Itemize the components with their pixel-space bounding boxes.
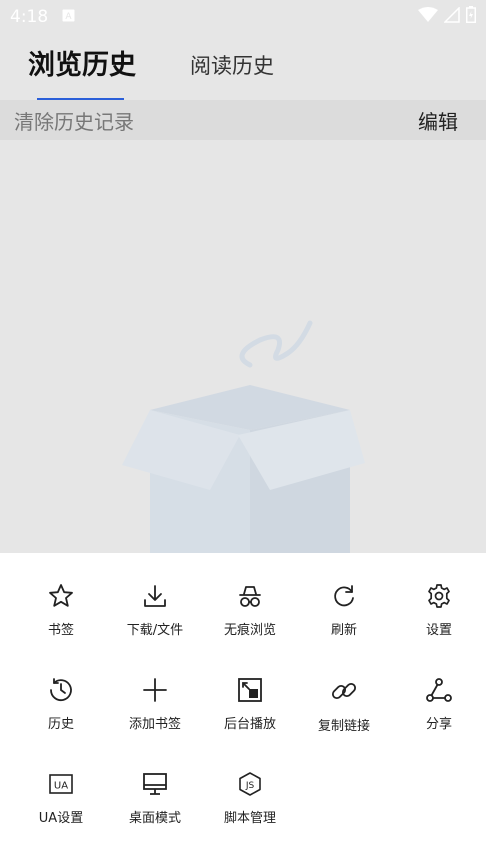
menu-item-background-play[interactable]: 后台播放	[202, 647, 298, 732]
menu-item-ua-settings[interactable]: UA UA设置	[13, 741, 109, 826]
menu-label: 后台播放	[223, 717, 276, 732]
menu-sheet: 书签 下载/文件 无痕浏览 刷新 设置 历史 添加书签 后台播放 复制链接 分享…	[0, 553, 486, 864]
menu-item-history[interactable]: 历史	[13, 647, 109, 732]
menu-item-refresh[interactable]: 刷新	[296, 553, 392, 638]
download-icon	[140, 583, 170, 609]
incognito-icon	[235, 583, 265, 609]
status-time: 4:18	[10, 7, 49, 27]
svg-text:UA: UA	[54, 781, 68, 792]
history-icon	[46, 677, 76, 703]
refresh-icon	[329, 583, 359, 609]
background-play-icon	[235, 677, 265, 703]
svg-text:JS: JS	[245, 781, 255, 791]
edit-button[interactable]: 编辑	[418, 106, 458, 135]
js-icon: JS	[235, 771, 265, 797]
clear-history-button[interactable]: 清除历史记录	[14, 106, 134, 135]
battery-icon	[466, 6, 476, 28]
tab-reading-history[interactable]: 阅读历史	[190, 50, 274, 80]
svg-text:A: A	[66, 12, 73, 22]
menu-label: 下载/文件	[126, 623, 184, 638]
desktop-icon	[140, 771, 170, 797]
a-notification-icon: A	[62, 7, 75, 27]
tab-browsing-history[interactable]: 浏览历史	[28, 43, 136, 82]
menu-label: 脚本管理	[223, 811, 276, 826]
share-icon	[424, 677, 454, 703]
wifi-icon	[418, 6, 438, 28]
menu-item-settings[interactable]: 设置	[391, 553, 486, 638]
menu-item-desktop-mode[interactable]: 桌面模式	[107, 741, 203, 826]
menu-label: 无痕浏览	[223, 623, 276, 638]
menu-item-bookmarks[interactable]: 书签	[13, 553, 109, 638]
menu-label: 设置	[425, 623, 452, 638]
gear-icon	[424, 583, 454, 609]
menu-item-copy-link[interactable]: 复制链接	[296, 647, 392, 734]
history-action-bar: 清除历史记录 编辑	[0, 100, 486, 140]
star-icon	[46, 583, 76, 609]
history-tabs: 浏览历史 阅读历史	[0, 34, 486, 100]
menu-item-add-bookmark[interactable]: 添加书签	[107, 647, 203, 732]
menu-label: 复制链接	[317, 719, 370, 734]
signal-icon	[443, 5, 460, 28]
menu-item-downloads[interactable]: 下载/文件	[107, 553, 203, 638]
menu-label: 历史	[47, 717, 74, 732]
menu-label: 添加书签	[128, 717, 181, 732]
menu-item-share[interactable]: 分享	[391, 647, 486, 732]
menu-label: 分享	[425, 717, 452, 732]
ua-icon: UA	[46, 771, 76, 797]
menu-label: 书签	[47, 623, 74, 638]
menu-item-incognito[interactable]: 无痕浏览	[202, 553, 298, 638]
menu-label: 刷新	[330, 623, 357, 638]
link-icon	[329, 677, 359, 705]
plus-icon	[140, 677, 170, 703]
status-bar: 4:18 A	[0, 0, 486, 34]
menu-label: 桌面模式	[128, 811, 181, 826]
menu-item-script-manager[interactable]: JS 脚本管理	[202, 741, 298, 826]
menu-label: UA设置	[38, 811, 84, 826]
empty-box-illustration	[110, 315, 380, 555]
